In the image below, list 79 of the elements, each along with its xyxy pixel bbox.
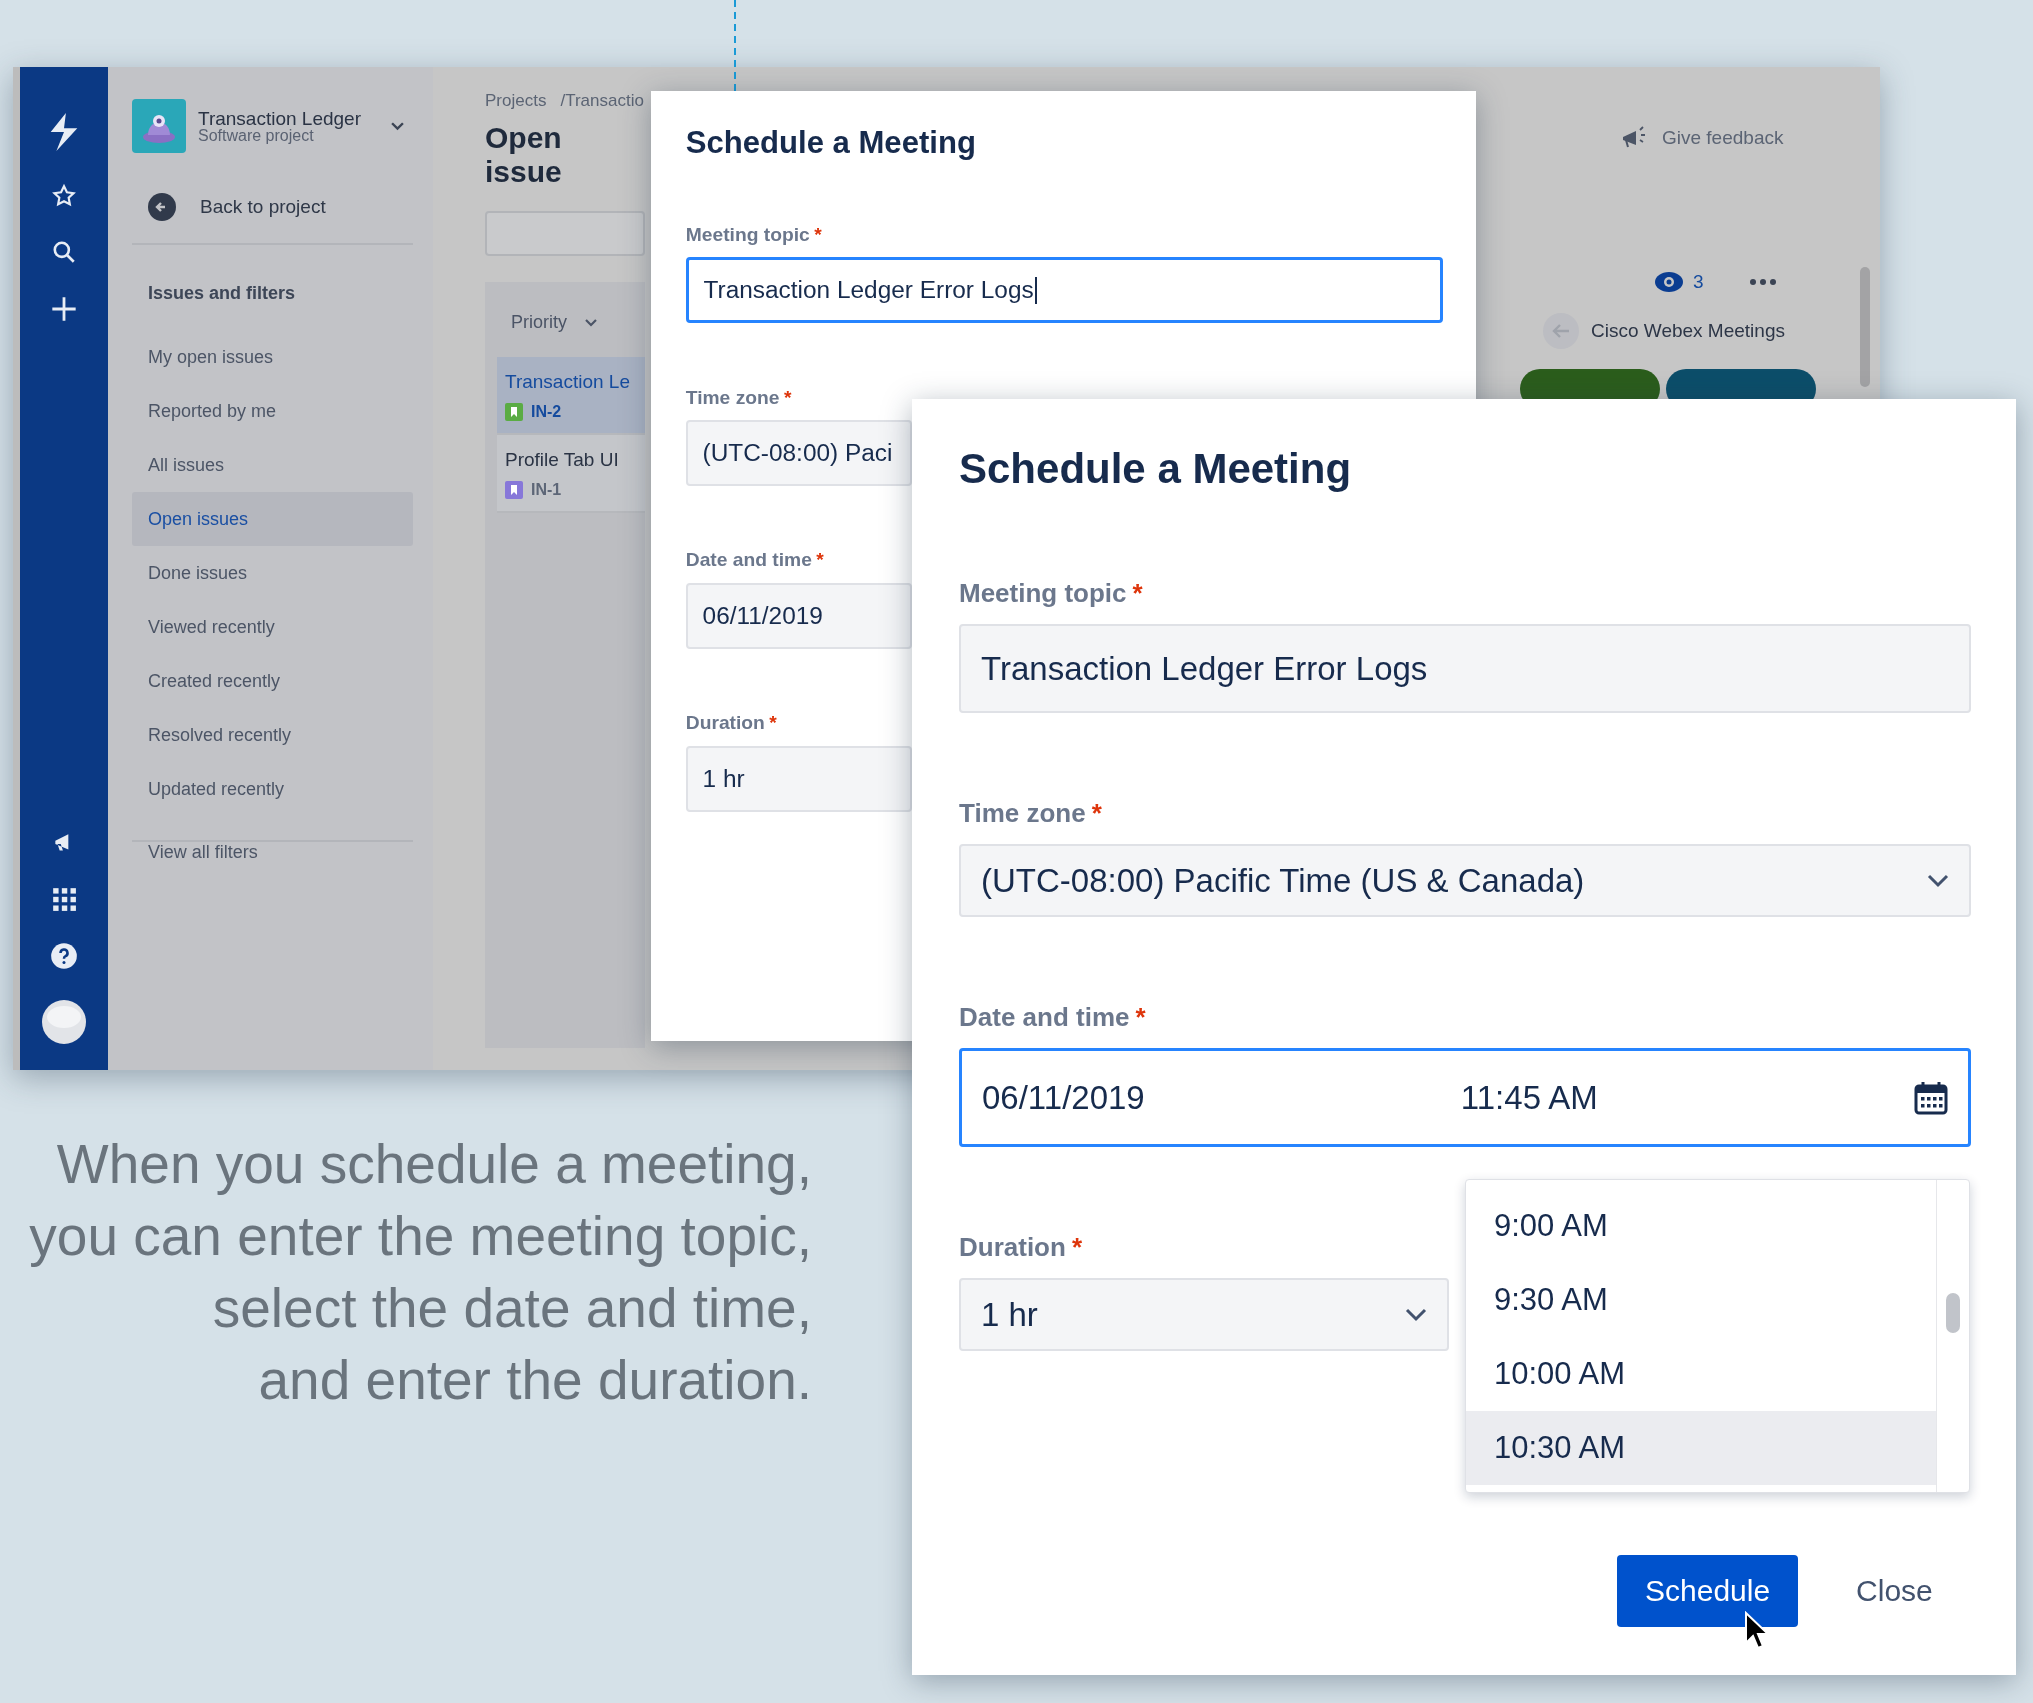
field-label: Duration bbox=[959, 1231, 1066, 1263]
time-option[interactable]: 9:00 AM bbox=[1466, 1189, 1936, 1263]
input-field[interactable]: Transaction Ledger Error Logs bbox=[685, 257, 1443, 324]
input-field[interactable]: 1 hr bbox=[685, 745, 912, 812]
more-dots-icon[interactable] bbox=[1749, 279, 1776, 285]
star-icon[interactable] bbox=[51, 183, 77, 209]
sidebar-item[interactable]: Resolved recently bbox=[132, 708, 413, 762]
field-label: Time zone bbox=[685, 385, 780, 410]
sidebar-item[interactable]: My open issues bbox=[132, 330, 413, 384]
sidebar-heading: Issues and filters bbox=[148, 283, 297, 304]
input-field[interactable]: (UTC-08:00) Paci bbox=[685, 420, 912, 487]
view-all-filters-link[interactable]: View all filters bbox=[148, 842, 258, 862]
field-label: Meeting topic bbox=[959, 577, 1127, 609]
help-icon[interactable] bbox=[50, 942, 78, 970]
scrollbar[interactable] bbox=[1860, 267, 1870, 387]
close-button[interactable]: Close bbox=[1838, 1555, 1951, 1627]
search-icon[interactable] bbox=[51, 239, 77, 265]
dialog-title: Schedule a Meeting bbox=[685, 124, 977, 162]
sidebar-item[interactable]: Reported by me bbox=[132, 384, 413, 438]
required-mark: * bbox=[816, 548, 824, 572]
date-time-field[interactable]: 06/11/2019 11:45 AM bbox=[959, 1048, 1971, 1147]
sidebar-item[interactable]: Open issues bbox=[132, 492, 413, 546]
feedback-label: Give feedback bbox=[1662, 127, 1784, 149]
search-field[interactable] bbox=[485, 211, 645, 256]
calendar-icon[interactable] bbox=[1914, 1080, 1948, 1115]
sidebar-item[interactable]: All issues bbox=[132, 438, 413, 492]
required-mark: * bbox=[1132, 577, 1143, 609]
project-type: Software project bbox=[198, 127, 314, 143]
required-mark: * bbox=[814, 222, 822, 247]
time-option[interactable]: 10:30 AM bbox=[1466, 1411, 1936, 1485]
issue-key: IN-1 bbox=[531, 481, 562, 499]
input-field[interactable]: Transaction Ledger Error Logs bbox=[959, 624, 1971, 713]
breadcrumb-link[interactable]: /Transactio bbox=[560, 91, 644, 111]
field-label: Meeting topic bbox=[685, 222, 810, 247]
eye-icon[interactable] bbox=[1655, 272, 1683, 292]
select-field[interactable]: 1 hr bbox=[959, 1278, 1449, 1351]
sidebar-item[interactable]: Created recently bbox=[132, 654, 413, 708]
dialog-title: Schedule a Meeting bbox=[959, 444, 1353, 494]
field-label: Date and time bbox=[685, 548, 812, 572]
issue-card[interactable]: Transaction Le IN-2 bbox=[497, 357, 645, 435]
issue-title: Transaction Le bbox=[505, 371, 631, 393]
page-title: Open issue bbox=[485, 121, 563, 189]
app-grid-icon[interactable] bbox=[51, 886, 77, 912]
issue-card[interactable]: Profile Tab UI IN-1 bbox=[497, 435, 645, 513]
sort-label[interactable]: Priority bbox=[511, 312, 567, 333]
sidebar-item[interactable]: Viewed recently bbox=[132, 600, 413, 654]
avatar-icon[interactable] bbox=[42, 1000, 86, 1044]
chevron-down-icon[interactable] bbox=[1927, 873, 1949, 888]
project-name: Transaction Ledger bbox=[198, 109, 361, 128]
time-option[interactable]: 10:00 AM bbox=[1466, 1337, 1936, 1411]
back-to-project-link[interactable]: Back to project bbox=[200, 196, 326, 218]
plus-icon[interactable] bbox=[50, 295, 78, 323]
chevron-down-icon[interactable] bbox=[1405, 1307, 1427, 1322]
panel-title: Cisco Webex Meetings bbox=[1591, 320, 1785, 342]
select-field[interactable]: (UTC-08:00) Pacific Time (US & Canada) bbox=[959, 844, 1971, 917]
field-label: Time zone bbox=[959, 797, 1086, 829]
project-avatar-icon[interactable] bbox=[132, 99, 186, 153]
chevron-down-icon[interactable] bbox=[391, 121, 404, 131]
time-option[interactable]: 9:30 AM bbox=[1466, 1263, 1936, 1337]
time-value[interactable]: 11:45 AM bbox=[1460, 1078, 1598, 1117]
give-feedback-link[interactable]: Give feedback bbox=[1620, 125, 1784, 151]
issue-title: Profile Tab UI bbox=[505, 449, 620, 471]
required-mark: * bbox=[769, 711, 777, 735]
issue-key: IN-2 bbox=[531, 403, 562, 421]
sidebar-item[interactable]: Done issues bbox=[132, 546, 413, 600]
watcher-count: 3 bbox=[1693, 271, 1704, 293]
sidebar-item[interactable]: Updated recently bbox=[132, 762, 413, 816]
schedule-button[interactable]: Schedule bbox=[1617, 1555, 1799, 1627]
caption-text: When you schedule a meeting, you can enter the meeting topic, select the date and time, and enter the duration. bbox=[28, 1132, 812, 1413]
required-mark: * bbox=[1135, 1001, 1146, 1033]
input-field[interactable]: 06/11/2019 bbox=[685, 583, 912, 649]
field-label: Duration bbox=[685, 711, 765, 735]
scrollbar-thumb[interactable] bbox=[1946, 1293, 1960, 1333]
required-mark: * bbox=[783, 385, 792, 410]
chevron-down-icon[interactable] bbox=[585, 318, 597, 327]
field-label: Date and time bbox=[959, 1001, 1130, 1033]
breadcrumb-link[interactable]: Projects bbox=[485, 91, 547, 111]
required-mark: * bbox=[1091, 797, 1102, 829]
required-mark: * bbox=[1071, 1231, 1082, 1263]
